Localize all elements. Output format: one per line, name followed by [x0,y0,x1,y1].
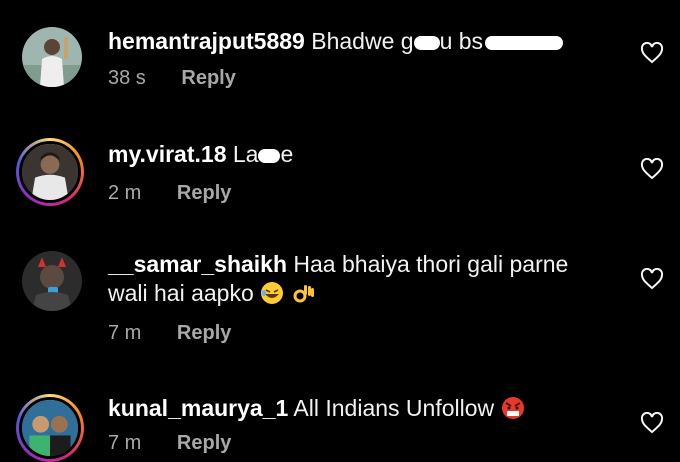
comment-username[interactable]: kunal_maurya_1 [108,395,288,421]
redaction-mark [485,35,564,50]
comment-timestamp: 2 m [108,182,142,204]
comment-text-line2: wali hai aapko [108,280,254,306]
comment-text-continued: u bs [439,28,484,54]
avatar-image [22,27,82,87]
comment-text: Bhadwe g [311,28,414,54]
ok-hand-emoji [293,285,314,303]
avatar[interactable] [22,251,82,311]
comment-timestamp: 7 m [108,322,142,344]
reply-button[interactable]: Reply [177,182,231,204]
avatar-image [22,400,78,456]
reply-button[interactable]: Reply [181,67,235,89]
comment-timestamp: 7 m [108,432,142,454]
comment-item: my.virat.18 La e 2 m Reply [0,110,680,240]
heart-outline-icon[interactable] [640,268,664,290]
heart-outline-icon[interactable] [640,412,664,434]
redaction-mark [258,148,281,163]
rolling-laughing-emoji [261,282,284,304]
comment-text: Haa bhaiya thori gali parne [293,251,569,277]
redaction-mark [413,35,440,50]
comment-text-continued: e [280,141,294,167]
comment-username[interactable]: my.virat.18 [108,141,226,167]
comment-item: hemantrajput5889 Bhadwe g u bs 38 s Reply [0,0,680,110]
heart-outline-icon[interactable] [640,42,664,64]
comment-text: All Indians Unfollow [293,395,495,421]
avatar-story-ring[interactable] [16,394,84,462]
comment-username[interactable]: hemantrajput5889 [108,28,305,54]
comment-username[interactable]: __samar_shaikh [108,251,287,277]
avatar[interactable] [22,27,82,87]
avatar-image [22,144,78,200]
reply-button[interactable]: Reply [177,432,231,454]
avatar-story-ring[interactable] [16,138,84,206]
angry-face-emoji [501,397,524,419]
comment-text: La [232,141,259,167]
avatar-image [22,251,82,311]
comment-timestamp: 38 s [108,67,146,89]
comment-item: kunal_maurya_1 All Indians Unfollow 7 m … [0,370,680,462]
comment-item: __samar_shaikh Haa bhaiya thori gali par… [0,240,680,370]
reply-button[interactable]: Reply [177,322,231,344]
heart-outline-icon[interactable] [640,158,664,180]
